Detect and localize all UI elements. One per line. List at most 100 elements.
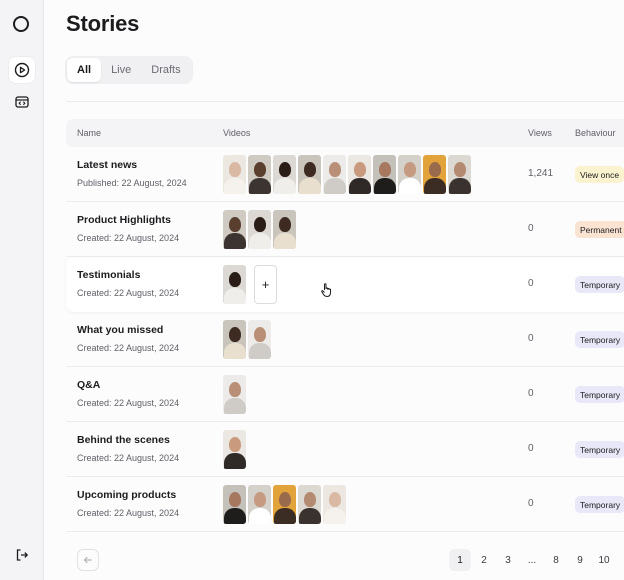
video-thumbnail[interactable] xyxy=(423,155,446,194)
pagination-page[interactable]: 9 xyxy=(569,549,591,571)
thumbnail-portrait xyxy=(298,178,321,194)
video-thumbnail[interactable] xyxy=(398,155,421,194)
logout-button[interactable] xyxy=(9,542,35,568)
table-row[interactable]: Upcoming products Created: 22 August, 202… xyxy=(66,477,624,532)
table-row[interactable]: What you missed Created: 22 August, 2024 0… xyxy=(66,312,624,367)
video-thumbnail[interactable] xyxy=(223,430,246,469)
story-name: What you missed xyxy=(77,324,164,336)
thumbnail-portrait xyxy=(273,508,296,524)
views-count: 0 xyxy=(528,388,534,399)
behaviour-badge: Temporary xyxy=(575,386,624,403)
column-header-views[interactable]: Views xyxy=(528,128,552,138)
pagination-ellipsis: ... xyxy=(527,554,537,566)
video-thumbnail[interactable] xyxy=(273,155,296,194)
pagination-page[interactable]: 1 xyxy=(449,549,471,571)
thumbnail-portrait xyxy=(223,233,246,249)
table-row[interactable]: Behind the scenes Created: 22 August, 202… xyxy=(66,422,624,477)
behaviour-badge: Temporary xyxy=(575,496,624,513)
thumbnail-portrait xyxy=(303,492,316,507)
thumbnail-portrait xyxy=(223,343,246,359)
thumbnail-portrait xyxy=(448,178,471,194)
thumbnail-portrait xyxy=(453,162,466,177)
column-header-behaviour[interactable]: Behaviour xyxy=(575,128,616,138)
pagination-page[interactable]: 8 xyxy=(545,549,567,571)
video-thumbnail[interactable] xyxy=(373,155,396,194)
video-thumbnail[interactable] xyxy=(248,155,271,194)
behaviour-badge: Temporary xyxy=(575,276,624,293)
video-thumbnails xyxy=(223,210,296,249)
thumbnail-portrait xyxy=(223,453,246,469)
thumbnail-portrait xyxy=(353,162,366,177)
page-title: Stories xyxy=(66,11,140,36)
pagination-page[interactable]: 2 xyxy=(473,549,495,571)
table-row[interactable]: Q&A Created: 22 August, 2024 0 Temporary xyxy=(66,367,624,422)
video-thumbnail[interactable] xyxy=(248,210,271,249)
thumbnail-portrait xyxy=(273,178,296,194)
video-thumbnail[interactable] xyxy=(248,485,271,524)
table-row[interactable]: Latest news Published: 22 August, 2024 1,2… xyxy=(66,147,624,202)
thumbnail-portrait xyxy=(248,343,271,359)
sidebar-item-embed[interactable] xyxy=(9,89,35,115)
video-thumbnails xyxy=(223,375,246,414)
views-count: 1,241 xyxy=(528,168,554,179)
story-name: Testimonials xyxy=(77,269,141,281)
thumbnail-portrait xyxy=(298,508,321,524)
story-name: Latest news xyxy=(77,159,138,171)
video-thumbnail[interactable] xyxy=(223,320,246,359)
thumbnail-portrait xyxy=(228,492,241,507)
add-video-button[interactable]: + xyxy=(254,265,277,304)
table-row[interactable]: Product Highlights Created: 22 August, 20… xyxy=(66,202,624,257)
video-thumbnail[interactable] xyxy=(273,210,296,249)
story-name: Q&A xyxy=(77,379,101,391)
thumbnail-portrait xyxy=(228,327,241,342)
video-thumbnail[interactable] xyxy=(223,155,246,194)
tab-all[interactable]: All xyxy=(67,58,102,82)
pagination-page[interactable]: 3 xyxy=(497,549,519,571)
thumbnail-portrait xyxy=(228,272,241,287)
thumbnail-portrait xyxy=(328,162,341,177)
video-thumbnail[interactable] xyxy=(323,485,346,524)
story-date: Created: 22 August, 2024 xyxy=(77,453,180,463)
thumbnail-portrait xyxy=(348,178,371,194)
logo-circle-icon[interactable] xyxy=(13,16,29,32)
video-thumbnail[interactable] xyxy=(223,265,246,304)
video-thumbnail[interactable] xyxy=(223,485,246,524)
thumbnail-portrait xyxy=(278,217,291,232)
sidebar-item-stories[interactable] xyxy=(9,57,35,83)
pagination-page[interactable]: 10 xyxy=(593,549,615,571)
video-thumbnail[interactable] xyxy=(323,155,346,194)
views-count: 0 xyxy=(528,333,534,344)
tab-drafts[interactable]: Drafts xyxy=(141,58,190,82)
story-date: Created: 22 August, 2024 xyxy=(77,343,180,353)
video-thumbnail[interactable] xyxy=(273,485,296,524)
video-thumbnail[interactable] xyxy=(348,155,371,194)
pagination-prev-button[interactable] xyxy=(77,549,99,571)
main-panel: Stories All Live Drafts Name Videos View… xyxy=(44,0,624,580)
behaviour-badge: View once xyxy=(575,166,624,183)
thumbnail-portrait xyxy=(398,178,421,194)
arrow-left-icon xyxy=(83,556,92,564)
video-thumbnail[interactable] xyxy=(298,155,321,194)
tab-live[interactable]: Live xyxy=(101,58,141,82)
thumbnail-portrait xyxy=(278,162,291,177)
story-name: Upcoming products xyxy=(77,489,177,501)
video-thumbnail[interactable] xyxy=(223,210,246,249)
video-thumbnail[interactable] xyxy=(448,155,471,194)
video-thumbnail[interactable] xyxy=(223,375,246,414)
thumbnail-portrait xyxy=(253,162,266,177)
thumbnail-portrait xyxy=(228,162,241,177)
views-count: 0 xyxy=(528,278,534,289)
video-thumbnail[interactable] xyxy=(248,320,271,359)
thumbnail-portrait xyxy=(248,508,271,524)
story-date: Created: 22 August, 2024 xyxy=(77,398,180,408)
video-thumbnail[interactable] xyxy=(298,485,321,524)
views-count: 0 xyxy=(528,443,534,454)
video-thumbnails xyxy=(223,155,471,194)
table-row[interactable]: Testimonials Created: 22 August, 2024 +0 Te… xyxy=(66,257,624,312)
story-name: Behind the scenes xyxy=(77,434,170,446)
column-header-videos[interactable]: Videos xyxy=(223,128,250,138)
column-header-name[interactable]: Name xyxy=(77,128,101,138)
thumbnail-portrait xyxy=(248,233,271,249)
story-name: Product Highlights xyxy=(77,214,171,226)
behaviour-badge: Temporary xyxy=(575,331,624,348)
